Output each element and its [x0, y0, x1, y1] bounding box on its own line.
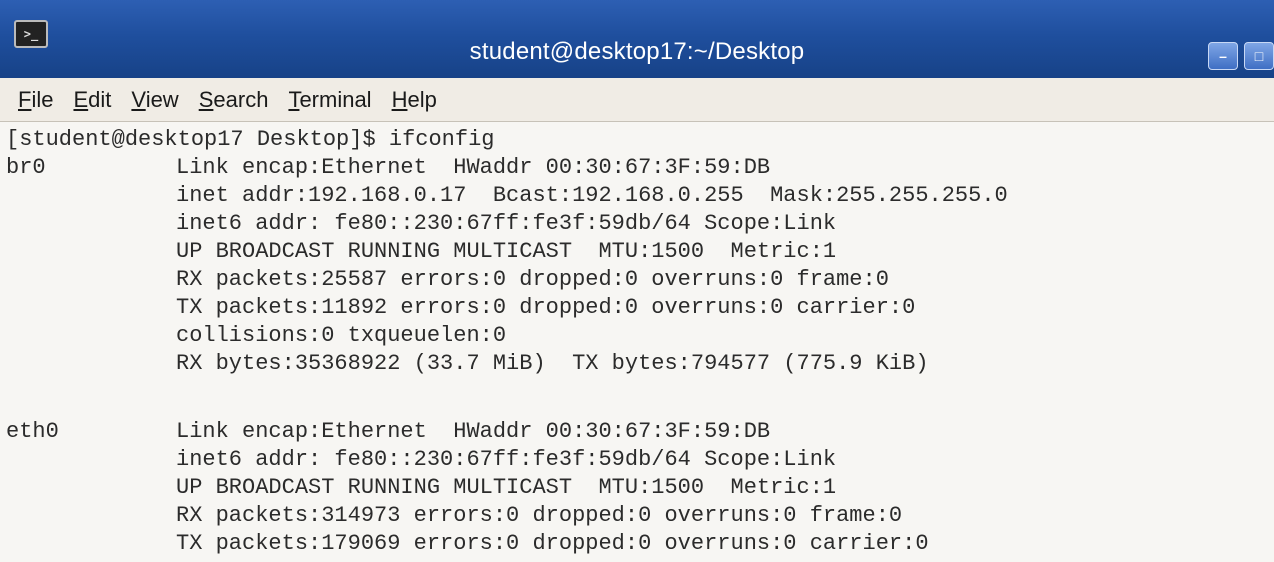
output-line: collisions:0 txqueuelen:0 [176, 323, 507, 348]
menu-help[interactable]: Help [392, 87, 437, 113]
terminal-window: >_ student@desktop17:~/Desktop – □ File … [0, 0, 1274, 562]
interface-name-eth0: eth0 [6, 419, 59, 444]
output-line: RX packets:25587 errors:0 dropped:0 over… [176, 267, 889, 292]
title-bar[interactable]: >_ student@desktop17:~/Desktop – □ [0, 0, 1274, 79]
menu-edit[interactable]: Edit [73, 87, 111, 113]
output-line: RX packets:314973 errors:0 dropped:0 ove… [176, 503, 903, 528]
output-line: UP BROADCAST RUNNING MULTICAST MTU:1500 … [176, 239, 837, 264]
command-prompt: [student@desktop17 Desktop]$ ifconfig [6, 127, 495, 152]
window-controls: – □ [1208, 42, 1274, 70]
output-line: Link encap:Ethernet HWaddr 00:30:67:3F:5… [176, 155, 771, 180]
output-line: inet6 addr: fe80::230:67ff:fe3f:59db/64 … [176, 447, 837, 472]
menu-view[interactable]: View [131, 87, 178, 113]
output-line: TX packets:11892 errors:0 dropped:0 over… [176, 295, 916, 320]
output-line: RX bytes:35368922 (33.7 MiB) TX bytes:79… [176, 351, 929, 376]
interface-name-br0: br0 [6, 155, 46, 180]
maximize-icon[interactable]: □ [1244, 42, 1274, 70]
menu-file[interactable]: File [18, 87, 53, 113]
output-line: TX packets:179069 errors:0 dropped:0 ove… [176, 531, 929, 556]
menu-search[interactable]: Search [199, 87, 269, 113]
output-line: inet addr:192.168.0.17 Bcast:192.168.0.2… [176, 183, 1008, 208]
menu-terminal[interactable]: Terminal [288, 87, 371, 113]
terminal-output[interactable]: [student@desktop17 Desktop]$ ifconfig br… [0, 122, 1274, 562]
output-line: inet6 addr: fe80::230:67ff:fe3f:59db/64 … [176, 211, 837, 236]
minimize-icon[interactable]: – [1208, 42, 1238, 70]
window-title: student@desktop17:~/Desktop [469, 38, 805, 65]
output-line: Link encap:Ethernet HWaddr 00:30:67:3F:5… [176, 419, 771, 444]
menu-bar: File Edit View Search Terminal Help [0, 78, 1274, 122]
output-line: UP BROADCAST RUNNING MULTICAST MTU:1500 … [176, 475, 837, 500]
